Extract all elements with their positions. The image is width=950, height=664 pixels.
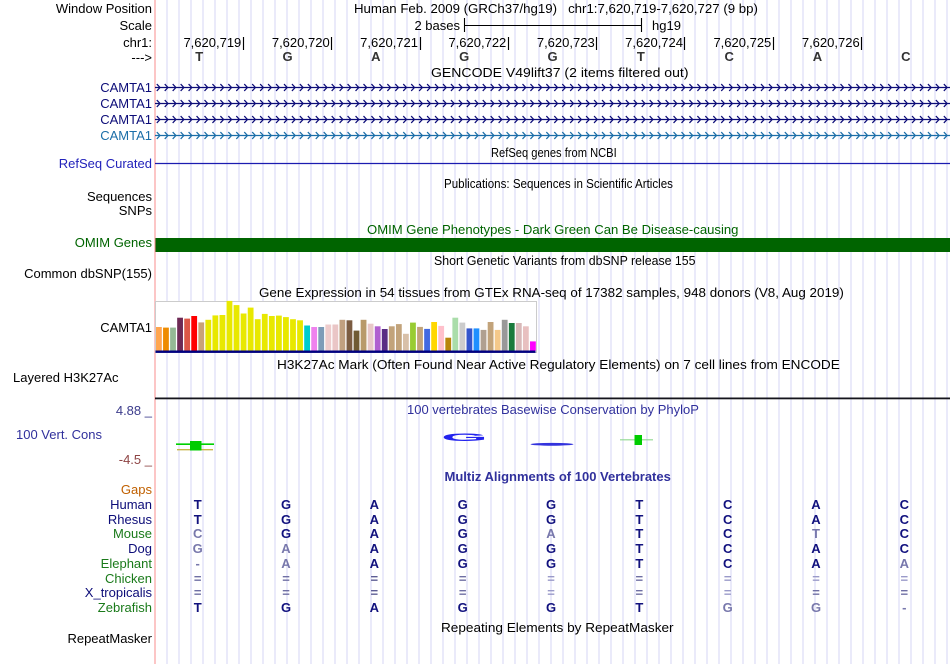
svg-text:G: G	[441, 432, 488, 444]
